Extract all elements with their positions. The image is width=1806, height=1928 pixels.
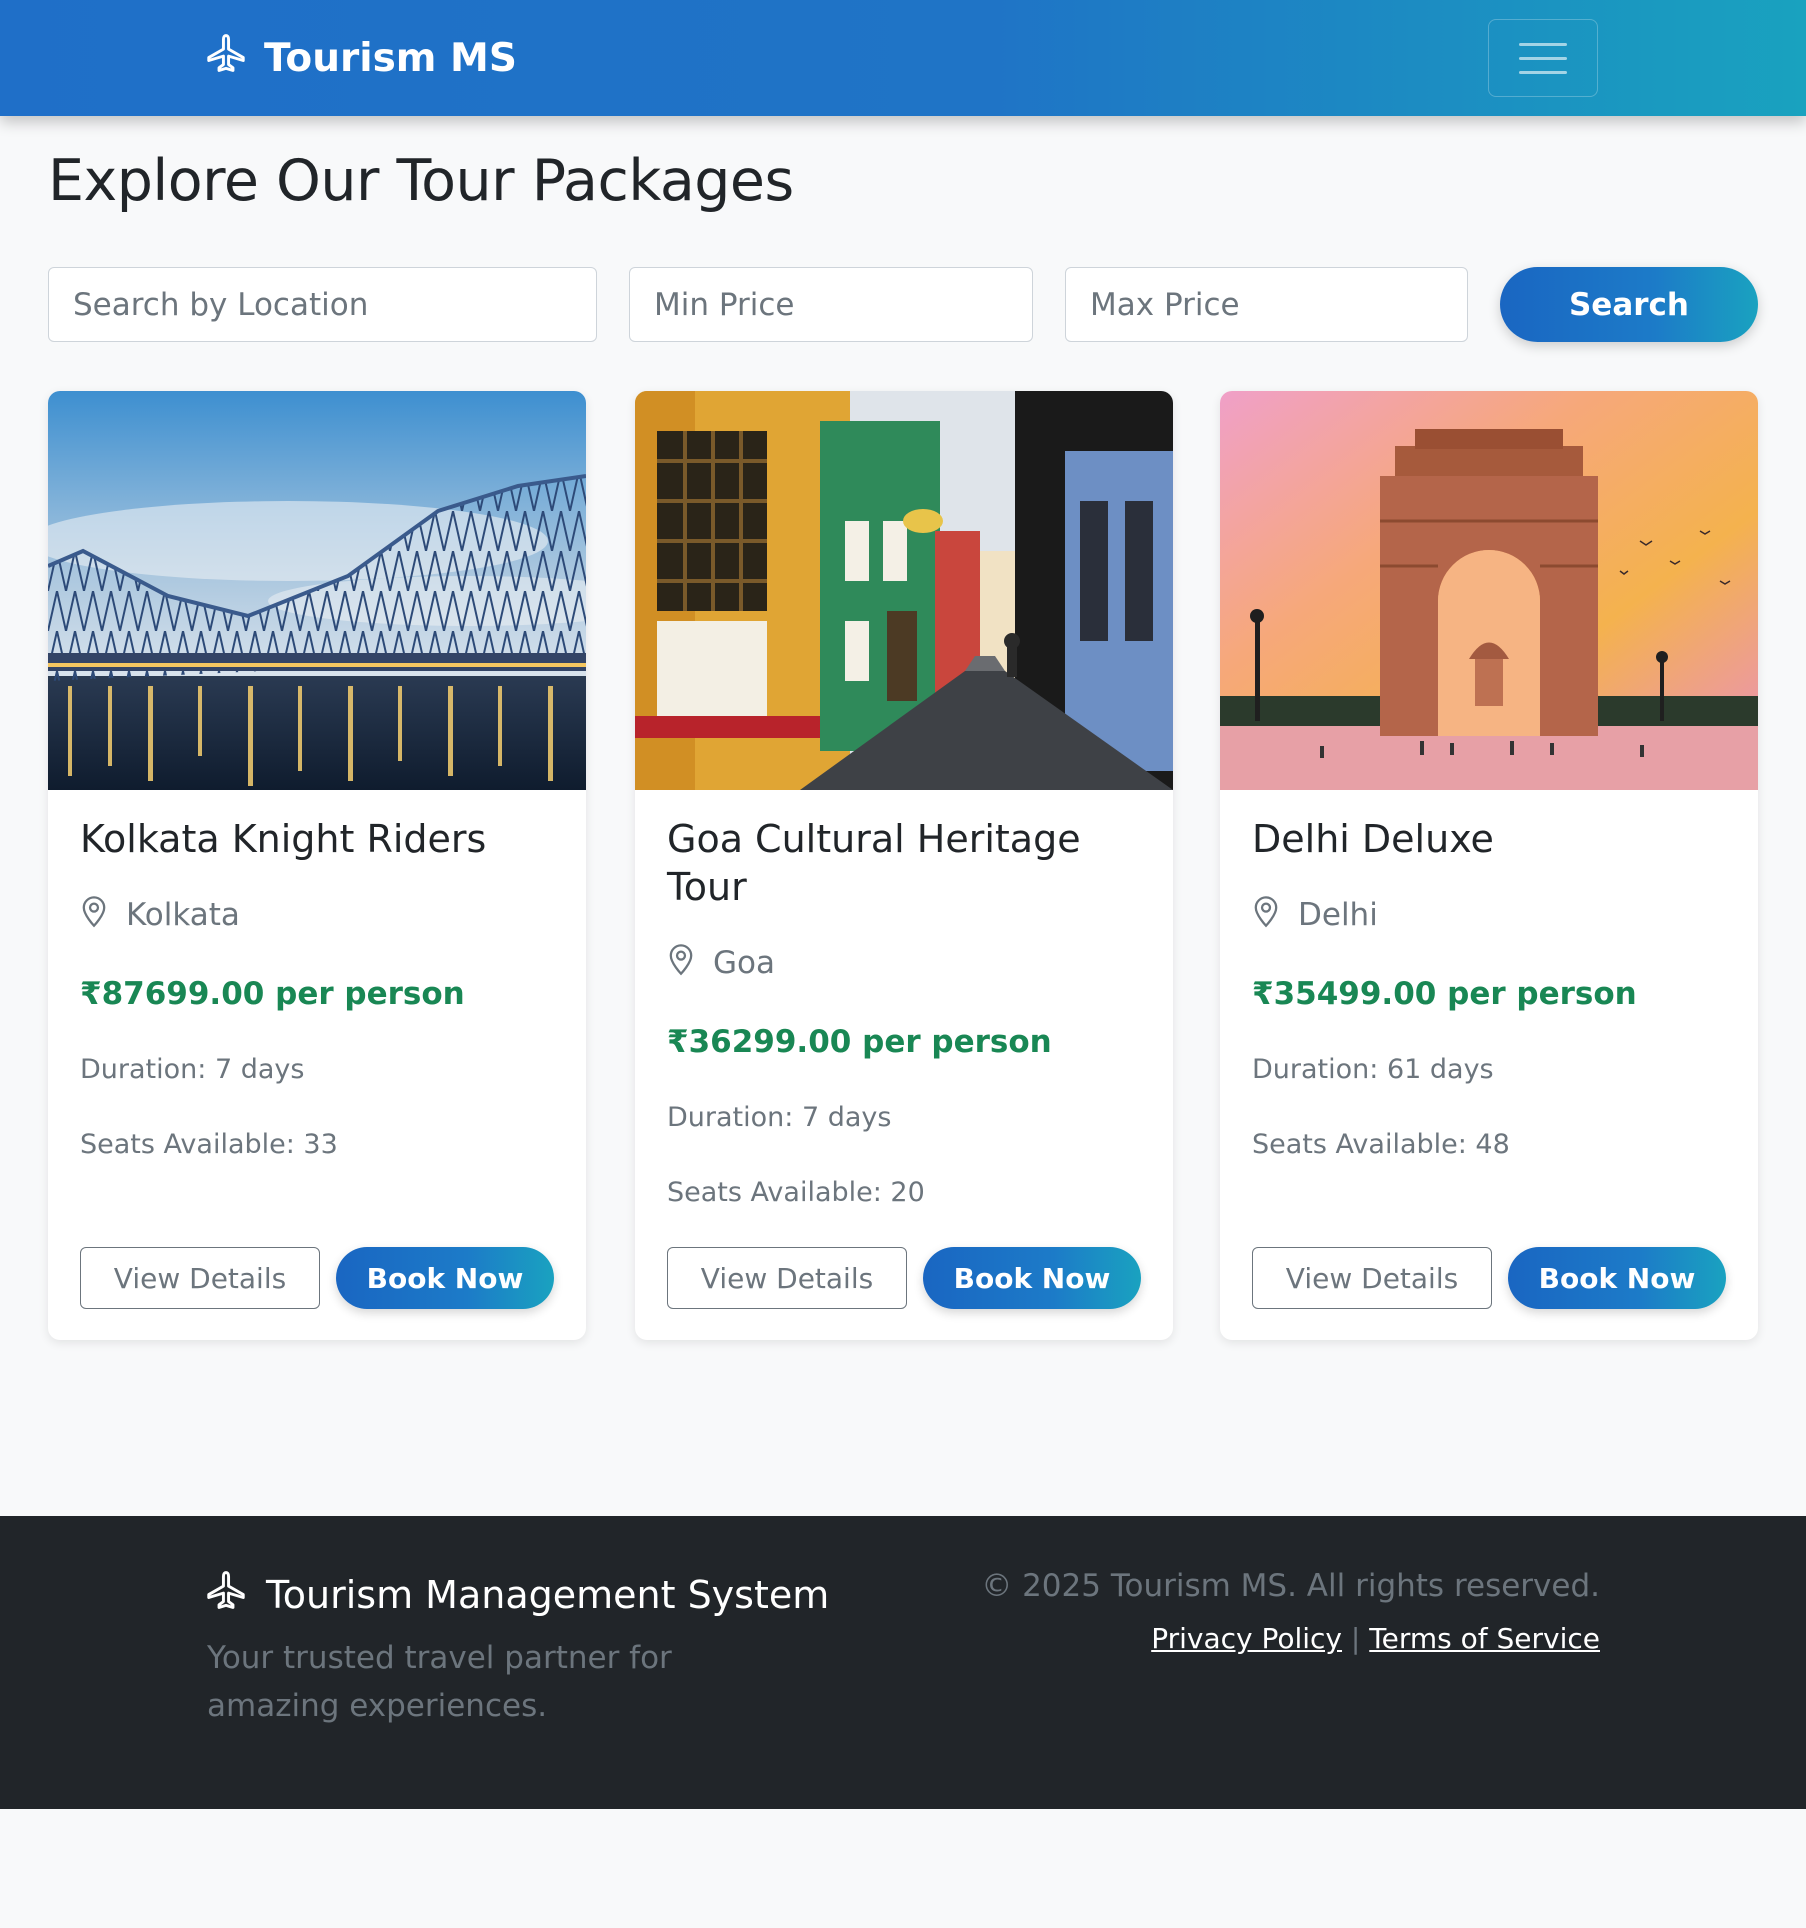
airplane-icon xyxy=(204,31,248,85)
package-location: Kolkata xyxy=(80,894,240,936)
min-price-input[interactable] xyxy=(629,267,1033,342)
brand-text: Tourism MS xyxy=(264,35,517,81)
map-pin-icon xyxy=(667,942,695,984)
view-details-button[interactable]: View Details xyxy=(1252,1247,1492,1309)
package-image-kolkata xyxy=(48,391,586,790)
link-separator: | xyxy=(1350,1622,1361,1655)
package-duration: Duration: 61 days xyxy=(1252,1054,1494,1085)
package-location: Goa xyxy=(667,942,775,984)
copyright-text: © 2025 Tourism MS. All rights reserved. xyxy=(981,1568,1600,1604)
menu-toggle-button[interactable] xyxy=(1488,19,1598,97)
package-card-delhi: Delhi Deluxe Delhi ₹35499.00 per person … xyxy=(1220,391,1758,1340)
package-card-kolkata: Kolkata Knight Riders Kolkata ₹87699.00 … xyxy=(48,391,586,1340)
search-button[interactable]: Search xyxy=(1500,267,1758,342)
location-text: Goa xyxy=(713,945,775,981)
page-title: Explore Our Tour Packages xyxy=(48,148,794,214)
footer: Tourism Management System Your trusted t… xyxy=(0,1516,1806,1809)
location-search-input[interactable] xyxy=(48,267,597,342)
location-text: Delhi xyxy=(1298,897,1378,933)
package-duration: Duration: 7 days xyxy=(667,1102,892,1133)
package-price: ₹35499.00 per person xyxy=(1252,976,1637,1012)
package-seats: Seats Available: 48 xyxy=(1252,1129,1510,1160)
book-now-button[interactable]: Book Now xyxy=(923,1247,1141,1309)
package-image-delhi xyxy=(1220,391,1758,790)
package-location: Delhi xyxy=(1252,894,1378,936)
book-now-button[interactable]: Book Now xyxy=(336,1247,554,1309)
view-details-button[interactable]: View Details xyxy=(80,1247,320,1309)
package-duration: Duration: 7 days xyxy=(80,1054,305,1085)
footer-links: Privacy Policy | Terms of Service xyxy=(1151,1622,1600,1655)
max-price-input[interactable] xyxy=(1065,267,1468,342)
map-pin-icon xyxy=(1252,894,1280,936)
footer-tagline: Your trusted travel partner for amazing … xyxy=(207,1640,672,1724)
hamburger-bar xyxy=(1519,56,1567,60)
location-text: Kolkata xyxy=(126,897,240,933)
package-price: ₹87699.00 per person xyxy=(80,976,465,1012)
privacy-policy-link[interactable]: Privacy Policy xyxy=(1151,1622,1342,1655)
package-title: Kolkata Knight Riders xyxy=(80,817,487,861)
package-card-goa: Goa Cultural Heritage Tour Goa ₹36299.00… xyxy=(635,391,1173,1340)
book-now-button[interactable]: Book Now xyxy=(1508,1247,1726,1309)
map-pin-icon xyxy=(80,894,108,936)
package-image-goa xyxy=(635,391,1173,790)
footer-brand-text: Tourism Management System xyxy=(266,1572,830,1617)
brand-link[interactable]: Tourism MS xyxy=(204,34,517,82)
terms-of-service-link[interactable]: Terms of Service xyxy=(1369,1622,1600,1655)
airplane-icon xyxy=(204,1568,248,1621)
package-seats: Seats Available: 33 xyxy=(80,1129,338,1160)
navbar: Tourism MS xyxy=(0,0,1806,116)
package-title: Goa Cultural Heritage Tour xyxy=(667,817,1081,909)
footer-brand: Tourism Management System xyxy=(204,1568,829,1621)
hamburger-menu-icon xyxy=(1519,42,1567,46)
view-details-button[interactable]: View Details xyxy=(667,1247,907,1309)
hamburger-bar xyxy=(1519,70,1567,74)
package-price: ₹36299.00 per person xyxy=(667,1024,1052,1060)
package-title: Delhi Deluxe xyxy=(1252,817,1494,861)
package-seats: Seats Available: 20 xyxy=(667,1177,925,1208)
